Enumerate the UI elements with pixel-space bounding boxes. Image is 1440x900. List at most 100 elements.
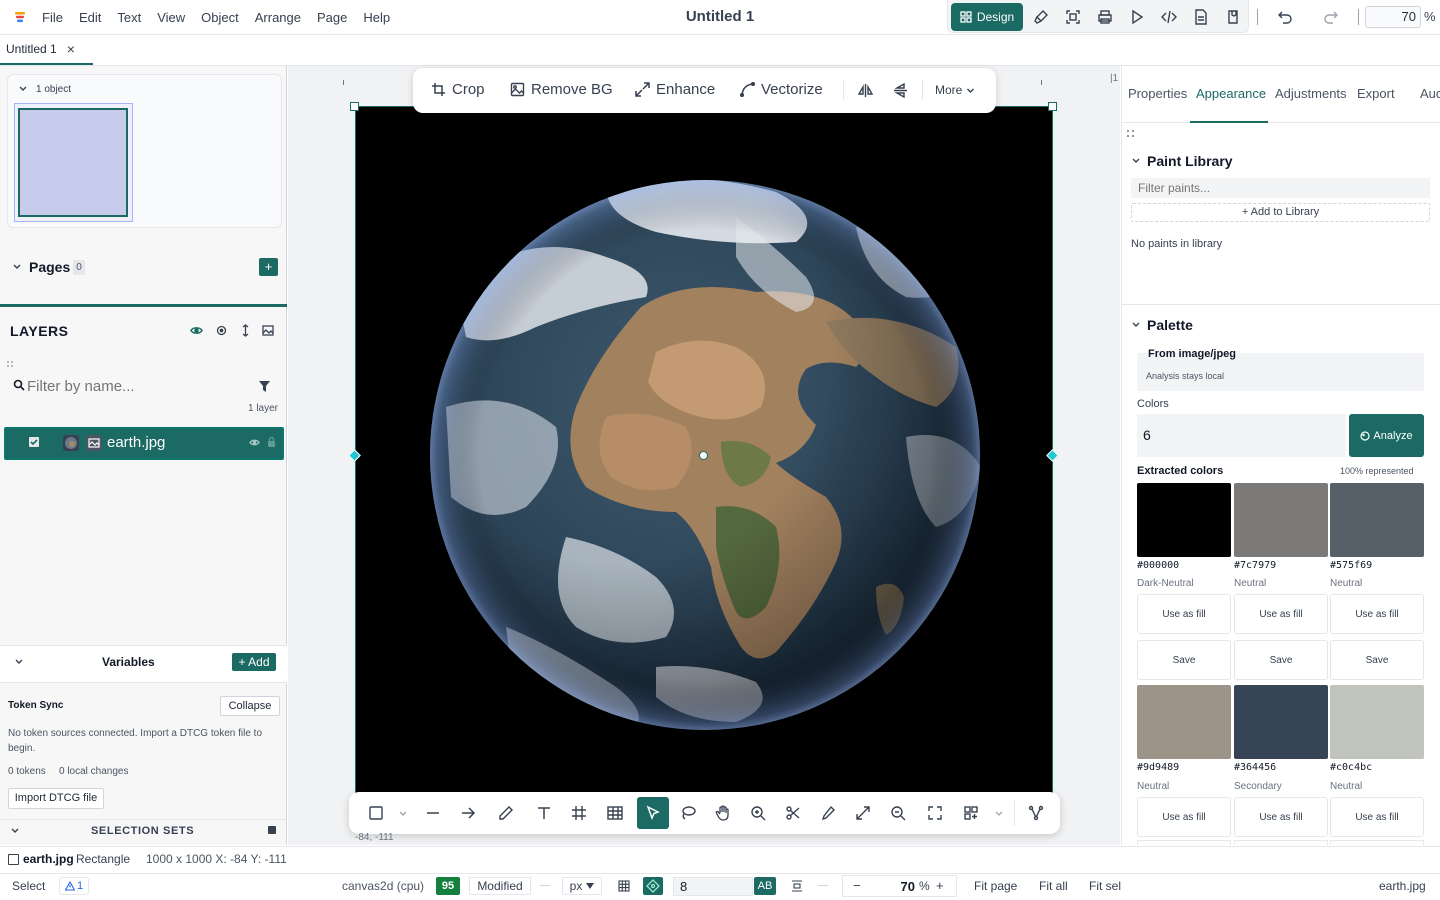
layer-checkbox[interactable] bbox=[29, 437, 39, 447]
tab-untitled-1[interactable]: Untitled 1 × bbox=[0, 35, 93, 65]
vectorize-button[interactable]: Vectorize bbox=[740, 81, 823, 98]
table-icon[interactable] bbox=[606, 804, 624, 822]
chevron-down-icon[interactable] bbox=[18, 84, 28, 94]
use-as-fill-button[interactable]: Use as fill bbox=[1234, 797, 1328, 837]
vector-network-icon[interactable] bbox=[1027, 804, 1045, 822]
save-color-button[interactable] bbox=[1330, 840, 1424, 845]
zoom-in-button[interactable]: + bbox=[936, 878, 944, 893]
menu-file[interactable]: File bbox=[34, 10, 71, 25]
redo-icon[interactable] bbox=[1323, 9, 1339, 25]
grid-size-input[interactable]: 8 bbox=[673, 877, 753, 896]
save-color-button[interactable] bbox=[1234, 840, 1328, 845]
hand-icon[interactable] bbox=[714, 804, 732, 822]
fit-all-button[interactable]: Fit all bbox=[1039, 879, 1068, 893]
target-icon[interactable] bbox=[215, 324, 228, 337]
tab-appearance[interactable]: Appearance bbox=[1196, 86, 1266, 101]
line-icon[interactable] bbox=[424, 804, 442, 822]
close-icon[interactable]: × bbox=[67, 41, 75, 57]
menu-arrange[interactable]: Arrange bbox=[247, 10, 309, 25]
tab-properties[interactable]: Properties bbox=[1128, 86, 1187, 101]
add-variable-button[interactable]: + Add bbox=[232, 653, 276, 671]
pencil-icon[interactable] bbox=[497, 804, 515, 822]
remove-bg-button[interactable]: Remove BG bbox=[510, 81, 613, 98]
play-icon[interactable] bbox=[1129, 9, 1145, 25]
zoom-out-button[interactable]: − bbox=[853, 878, 861, 893]
undo-icon[interactable] bbox=[1277, 9, 1293, 25]
chevron-down-icon[interactable] bbox=[14, 657, 24, 667]
tab-export[interactable]: Export bbox=[1357, 86, 1395, 101]
chevron-down-icon[interactable] bbox=[1131, 156, 1141, 166]
use-as-fill-button[interactable]: Use as fill bbox=[1137, 594, 1231, 634]
menu-object[interactable]: Object bbox=[193, 10, 247, 25]
color-swatch[interactable] bbox=[1137, 685, 1231, 759]
unit-select[interactable]: px bbox=[562, 877, 602, 895]
save-color-button[interactable] bbox=[1137, 840, 1231, 845]
color-swatch[interactable] bbox=[1234, 483, 1328, 557]
lock-icon[interactable] bbox=[267, 437, 276, 447]
text-icon[interactable] bbox=[535, 804, 553, 822]
color-swatch[interactable] bbox=[1137, 483, 1231, 557]
brush-icon[interactable] bbox=[1033, 9, 1049, 25]
print-icon[interactable] bbox=[1097, 9, 1113, 25]
fullscreen-icon[interactable] bbox=[926, 804, 944, 822]
drag-handle-icon[interactable] bbox=[6, 360, 14, 368]
snap-toggle[interactable] bbox=[643, 877, 663, 895]
code-icon[interactable] bbox=[1161, 9, 1177, 25]
filter-icon[interactable] bbox=[259, 381, 270, 392]
app-logo-icon[interactable] bbox=[13, 10, 27, 24]
color-swatch[interactable] bbox=[1330, 483, 1424, 557]
menu-page[interactable]: Page bbox=[309, 10, 355, 25]
eye-icon[interactable] bbox=[190, 325, 203, 336]
color-swatch[interactable] bbox=[1234, 685, 1328, 759]
resize-handle-top-right[interactable] bbox=[1048, 102, 1057, 111]
enhance-button[interactable]: Enhance bbox=[635, 81, 715, 98]
menu-text[interactable]: Text bbox=[109, 10, 149, 25]
design-mode-button[interactable]: Design bbox=[951, 3, 1023, 31]
image-icon[interactable] bbox=[262, 325, 274, 336]
rotation-center-handle[interactable] bbox=[699, 451, 708, 460]
use-as-fill-button[interactable]: Use as fill bbox=[1137, 797, 1231, 837]
grid-toggle-icon[interactable] bbox=[618, 880, 630, 892]
zoom-icon[interactable] bbox=[889, 804, 907, 822]
chevron-down-icon[interactable] bbox=[992, 804, 1010, 822]
chevron-down-icon[interactable] bbox=[1131, 320, 1141, 330]
resize-handle-top-left[interactable] bbox=[350, 102, 359, 111]
artboard-toggle[interactable]: AB bbox=[754, 877, 776, 895]
filter-paints-input[interactable] bbox=[1131, 178, 1430, 198]
sort-icon[interactable] bbox=[240, 324, 251, 337]
rectangle-icon[interactable] bbox=[367, 804, 385, 822]
frame-icon[interactable] bbox=[570, 804, 588, 822]
layer-filter-input[interactable] bbox=[27, 375, 247, 397]
add-set-icon[interactable] bbox=[268, 826, 276, 834]
document-icon[interactable] bbox=[1193, 9, 1209, 25]
scissors-icon[interactable] bbox=[784, 804, 802, 822]
menu-edit[interactable]: Edit bbox=[71, 10, 109, 25]
chevron-down-icon[interactable] bbox=[10, 826, 20, 836]
flip-horizontal-icon[interactable] bbox=[858, 83, 873, 98]
save-color-button[interactable]: Save bbox=[1330, 640, 1424, 680]
frame-select-icon[interactable] bbox=[1065, 9, 1081, 25]
zoom-value[interactable]: 70 bbox=[883, 879, 915, 894]
analyze-button[interactable]: Analyze bbox=[1349, 414, 1424, 457]
add-page-button[interactable]: + bbox=[259, 258, 278, 276]
crop-button[interactable]: Crop bbox=[431, 81, 485, 98]
selection-checkbox[interactable] bbox=[8, 854, 19, 865]
tab-audit[interactable]: Audit bbox=[1420, 86, 1440, 101]
use-as-fill-button[interactable]: Use as fill bbox=[1330, 797, 1424, 837]
use-as-fill-button[interactable]: Use as fill bbox=[1234, 594, 1328, 634]
save-color-button[interactable]: Save bbox=[1137, 640, 1231, 680]
components-icon[interactable] bbox=[962, 804, 980, 822]
collapse-button[interactable]: Collapse bbox=[220, 696, 280, 716]
plugin-icon[interactable] bbox=[1225, 9, 1241, 25]
flip-vertical-icon[interactable] bbox=[893, 83, 908, 98]
resize-icon[interactable] bbox=[854, 804, 872, 822]
colors-count-input[interactable]: 6 bbox=[1137, 414, 1346, 457]
import-dtcg-button[interactable]: Import DTCG file bbox=[8, 788, 104, 809]
menu-help[interactable]: Help bbox=[355, 10, 398, 25]
warnings-badge[interactable]: 1 bbox=[59, 877, 89, 895]
fit-page-button[interactable]: Fit page bbox=[974, 879, 1017, 893]
save-color-button[interactable]: Save bbox=[1234, 640, 1328, 680]
menu-view[interactable]: View bbox=[149, 10, 193, 25]
fit-selection-button[interactable]: Fit sel bbox=[1089, 879, 1121, 893]
zoom-input[interactable]: 70 bbox=[1365, 6, 1421, 28]
